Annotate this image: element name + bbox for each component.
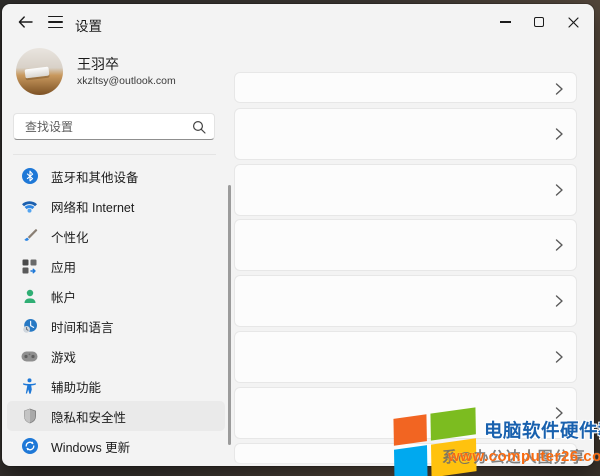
sidebar-item-label: 个性化 bbox=[51, 227, 89, 246]
search-input[interactable]: 查找设置 bbox=[13, 113, 215, 140]
site-watermark: 电脑软件硬件教程网 系@办公达人图分享 www.computer26.com bbox=[392, 408, 600, 476]
settings-page-content bbox=[234, 40, 594, 466]
titlebar: 设置 bbox=[2, 4, 594, 40]
sidebar-item-label: Windows 更新 bbox=[51, 437, 130, 456]
search-icon bbox=[192, 120, 206, 134]
close-icon bbox=[568, 17, 579, 28]
bluetooth-icon bbox=[21, 168, 38, 185]
sidebar-item-label: 辅助功能 bbox=[51, 377, 101, 396]
maximize-icon bbox=[534, 17, 544, 27]
sidebar-item-windows-update[interactable]: Windows 更新 bbox=[7, 431, 225, 461]
settings-row[interactable] bbox=[234, 331, 577, 383]
logo-square-orange bbox=[393, 414, 426, 446]
watermark-text-line: 系@办公达人图分享 www.computer26.com bbox=[440, 444, 600, 466]
logo-square-green bbox=[430, 407, 475, 440]
chevron-right-icon bbox=[554, 351, 564, 363]
sidebar-item-gaming[interactable]: 游戏 bbox=[7, 341, 225, 371]
sidebar-item-accounts[interactable]: 帐户 bbox=[7, 281, 225, 311]
chevron-right-icon bbox=[554, 83, 564, 95]
user-email: xkzltsy@outlook.com bbox=[77, 75, 176, 87]
settings-row[interactable] bbox=[234, 219, 577, 271]
settings-row[interactable] bbox=[234, 108, 577, 160]
sidebar-item-bluetooth[interactable]: 蓝牙和其他设备 bbox=[7, 161, 225, 191]
back-button[interactable] bbox=[12, 10, 38, 34]
apps-icon bbox=[21, 258, 38, 275]
sidebar-scrollbar[interactable] bbox=[228, 185, 231, 445]
personalization-icon bbox=[21, 228, 38, 245]
arrow-left-icon bbox=[18, 16, 33, 28]
sidebar-divider bbox=[13, 154, 216, 155]
search-placeholder: 查找设置 bbox=[25, 118, 192, 135]
sidebar: 王羽卒 xkzltsy@outlook.com 查找设置 蓝牙和其他设备 bbox=[2, 40, 232, 466]
hamburger-icon bbox=[48, 16, 63, 29]
navigation-menu-button[interactable] bbox=[42, 10, 68, 34]
maximize-button[interactable] bbox=[522, 9, 556, 35]
sidebar-item-label: 时间和语言 bbox=[51, 317, 114, 336]
chevron-right-icon bbox=[554, 239, 564, 251]
watermark-site-name: 电脑软件硬件教程网 bbox=[484, 417, 600, 443]
watermark-url: www.computer26.com bbox=[448, 448, 600, 465]
accounts-icon bbox=[21, 288, 38, 305]
sidebar-item-accessibility[interactable]: 辅助功能 bbox=[7, 371, 225, 401]
windows-update-icon bbox=[21, 438, 38, 455]
gaming-icon bbox=[21, 348, 38, 365]
sidebar-item-network[interactable]: 网络和 Internet bbox=[7, 191, 225, 221]
accessibility-icon bbox=[21, 378, 38, 395]
close-button[interactable] bbox=[556, 9, 590, 35]
user-profile[interactable]: 王羽卒 xkzltsy@outlook.com bbox=[16, 48, 176, 95]
settings-window: 设置 王羽卒 xkzltsy@outlook.com bbox=[2, 4, 594, 466]
window-controls bbox=[488, 9, 590, 35]
network-icon bbox=[21, 198, 38, 215]
privacy-shield-icon bbox=[21, 408, 38, 425]
avatar bbox=[16, 48, 63, 95]
settings-row[interactable] bbox=[234, 164, 577, 216]
sidebar-item-label: 游戏 bbox=[51, 347, 76, 366]
window-title: 设置 bbox=[75, 15, 102, 35]
sidebar-item-label: 蓝牙和其他设备 bbox=[51, 167, 139, 186]
chevron-right-icon bbox=[554, 128, 564, 140]
minimize-icon bbox=[500, 21, 511, 22]
settings-row[interactable] bbox=[234, 275, 577, 327]
minimize-button[interactable] bbox=[488, 9, 522, 35]
sidebar-item-label: 帐户 bbox=[51, 287, 76, 306]
sidebar-item-label: 隐私和安全性 bbox=[51, 407, 126, 426]
sidebar-item-privacy-security[interactable]: 隐私和安全性 bbox=[7, 401, 225, 431]
sidebar-item-apps[interactable]: 应用 bbox=[7, 251, 225, 281]
sidebar-item-personalization[interactable]: 个性化 bbox=[7, 221, 225, 251]
chevron-right-icon bbox=[554, 184, 564, 196]
logo-square-blue bbox=[394, 445, 428, 476]
sidebar-item-label: 应用 bbox=[51, 257, 76, 276]
sidebar-nav: 蓝牙和其他设备 网络和 Internet 个性化 bbox=[7, 161, 225, 461]
settings-row[interactable] bbox=[234, 72, 577, 103]
user-name: 王羽卒 bbox=[77, 56, 176, 74]
sidebar-item-time-language[interactable]: 时间和语言 bbox=[7, 311, 225, 341]
time-language-icon bbox=[21, 318, 38, 335]
desktop-background: 设置 王羽卒 xkzltsy@outlook.com bbox=[0, 0, 600, 476]
sidebar-item-label: 网络和 Internet bbox=[51, 197, 134, 216]
chevron-right-icon bbox=[554, 295, 564, 307]
